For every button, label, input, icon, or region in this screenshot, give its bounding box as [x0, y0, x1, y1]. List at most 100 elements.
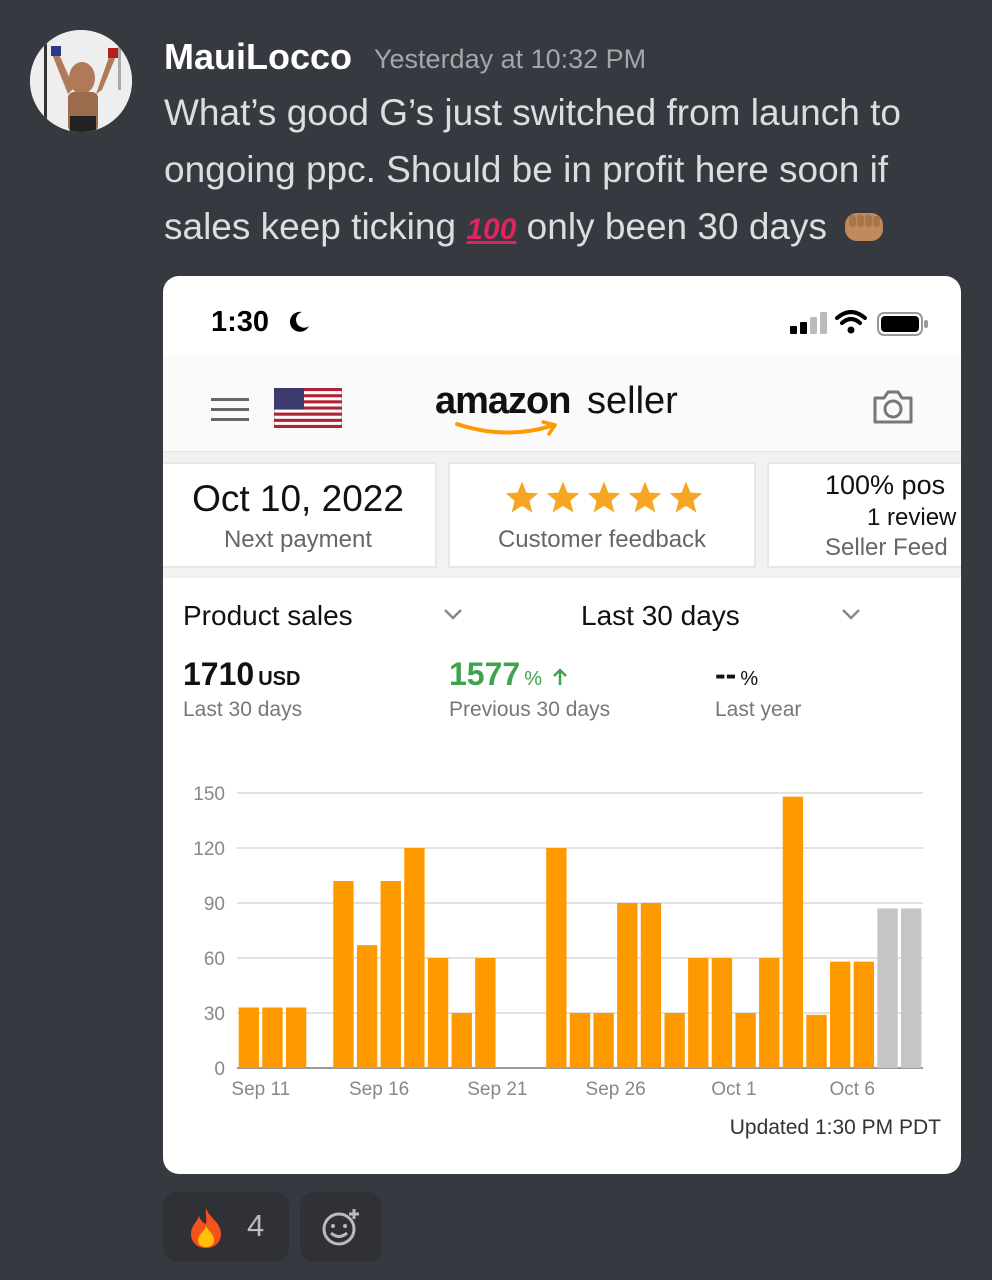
- chart-bar: [285, 1007, 307, 1068]
- x-tick-label: Oct 6: [830, 1079, 875, 1100]
- reaction-count: 4: [247, 1208, 265, 1243]
- star-icon: [628, 481, 662, 513]
- chart-bar: [546, 848, 567, 1068]
- sales-bar-chart: 0 30 60 90 120 150 Sep 11 Sep 16 Sep 21 Sep 26 Oct…: [193, 784, 923, 1100]
- customer-feedback-label: Customer feedback: [497, 526, 707, 553]
- current-sales-value: 1710 USD: [183, 656, 300, 693]
- x-tick-label: Sep 11: [231, 1079, 290, 1100]
- logo-word-amazon: amazon: [435, 380, 571, 422]
- status-time: 1:30: [211, 306, 270, 338]
- current-period-label: Last 30 days: [183, 698, 303, 721]
- us-flag-icon[interactable]: [274, 388, 342, 428]
- chart-bar: [853, 961, 875, 1068]
- wifi-icon: [835, 310, 867, 334]
- range-selector[interactable]: Last 30 days: [581, 600, 740, 632]
- y-tick-label: 60: [204, 949, 225, 970]
- add-emoji-icon: [322, 1209, 359, 1246]
- feedback-stars: [504, 480, 704, 514]
- chart-bar: [569, 1013, 591, 1068]
- chevron-down-icon[interactable]: [841, 608, 861, 620]
- chart-bar: [664, 1013, 685, 1068]
- x-tick-label: Sep 21: [467, 1079, 527, 1100]
- x-tick-label: Sep 26: [586, 1079, 646, 1100]
- chart-bar: [711, 958, 733, 1068]
- x-tick-label: Sep 16: [349, 1079, 409, 1100]
- chart-bar: [782, 796, 804, 1068]
- chart-bar: [427, 958, 449, 1068]
- feedback-percent: 100% pos: [825, 470, 946, 500]
- feedback-review-count: 1 review: [867, 504, 957, 531]
- metric-selector[interactable]: Product sales: [183, 600, 353, 632]
- previous-change-number: 1577: [449, 656, 521, 692]
- last-year-label: Last year: [715, 698, 802, 721]
- percent-unit: %: [524, 668, 542, 690]
- avatar[interactable]: [30, 30, 132, 132]
- timestamp: Yesterday at 10:32 PM: [374, 44, 647, 74]
- chart-bar: [333, 881, 354, 1068]
- chart-bar: [877, 908, 898, 1068]
- star-icon: [505, 481, 539, 513]
- updated-timestamp: Updated 1:30 PM PDT: [729, 1116, 941, 1139]
- app-header: amazon seller: [163, 356, 961, 452]
- chart-bar: [404, 848, 425, 1068]
- y-tick-label: 150: [193, 784, 225, 805]
- previous-period-label: Previous 30 days: [449, 698, 611, 721]
- x-tick-label: Oct 1: [711, 1079, 756, 1100]
- moon-icon: [289, 311, 309, 332]
- chart-bar: [238, 1007, 259, 1068]
- battery-icon: [877, 312, 928, 336]
- message-fragment: only been 30 days: [526, 206, 828, 247]
- previous-change-value: 1577%: [449, 656, 569, 693]
- chart-bar: [475, 958, 496, 1068]
- last-year-value: --%: [715, 656, 758, 693]
- chevron-down-icon[interactable]: [443, 608, 463, 620]
- amazon-smile-icon: [455, 420, 557, 436]
- chart-bar: [451, 1013, 472, 1068]
- chart-bar: [759, 958, 780, 1068]
- y-tick-label: 90: [204, 894, 225, 915]
- add-reaction-button[interactable]: [300, 1192, 382, 1262]
- cellular-signal-icon: [790, 312, 827, 334]
- fire-icon: [191, 1208, 221, 1248]
- currency-unit: USD: [258, 668, 301, 690]
- username[interactable]: MauiLocco: [164, 36, 352, 78]
- customer-feedback-tile[interactable]: Customer feedback: [448, 462, 756, 568]
- hundred-points-icon: 100: [466, 213, 517, 246]
- chart-bar: [735, 1013, 756, 1068]
- chart-bar: [688, 958, 709, 1068]
- message-line: sales keep ticking 100 only been 30 days: [164, 198, 964, 258]
- chart-bar: [901, 908, 922, 1068]
- chart-bar: [806, 1014, 827, 1068]
- current-sales-number: 1710: [183, 656, 255, 692]
- message-line: ongoing ppc. Should be in profit here so…: [164, 149, 889, 190]
- menu-icon[interactable]: [211, 396, 249, 424]
- amazon-seller-logo: amazon seller: [435, 376, 695, 440]
- chart-bar: [380, 881, 401, 1068]
- next-payment-label: Next payment: [223, 526, 373, 553]
- y-tick-label: 120: [193, 839, 225, 860]
- star-icon: [546, 481, 580, 513]
- chart-bar: [640, 903, 662, 1068]
- attachment-screenshot[interactable]: 1:30 amazon seller Oct 10, 2022 Next pay…: [163, 276, 961, 1174]
- arrow-up-icon: [552, 668, 567, 685]
- next-payment-date: Oct 10, 2022: [192, 478, 404, 519]
- next-payment-tile[interactable]: Oct 10, 2022 Next payment: [163, 462, 437, 568]
- seller-feedback-tile[interactable]: 100% pos 1 review Seller Feed: [767, 462, 961, 568]
- camera-icon[interactable]: [871, 388, 915, 426]
- chart-bar: [262, 1007, 283, 1068]
- chart-bar: [356, 945, 378, 1068]
- chart-bar: [617, 903, 638, 1068]
- message-fragment: sales keep ticking: [164, 206, 457, 247]
- star-icon: [587, 481, 621, 513]
- fist-bump-icon: [845, 213, 884, 241]
- summary-tiles: Oct 10, 2022 Next payment Customer feedb…: [163, 452, 961, 578]
- percent-unit: %: [740, 668, 759, 690]
- chart-bar: [593, 1013, 614, 1068]
- fire-reaction[interactable]: 4: [163, 1192, 289, 1262]
- message-line: What’s good G’s just switched from launc…: [164, 92, 901, 133]
- chart-bar: [830, 961, 851, 1068]
- y-tick-label: 30: [204, 1004, 225, 1025]
- star-icon: [669, 481, 703, 513]
- seller-feedback-label: Seller Feed: [825, 534, 948, 561]
- logo-word-seller: seller: [587, 380, 678, 422]
